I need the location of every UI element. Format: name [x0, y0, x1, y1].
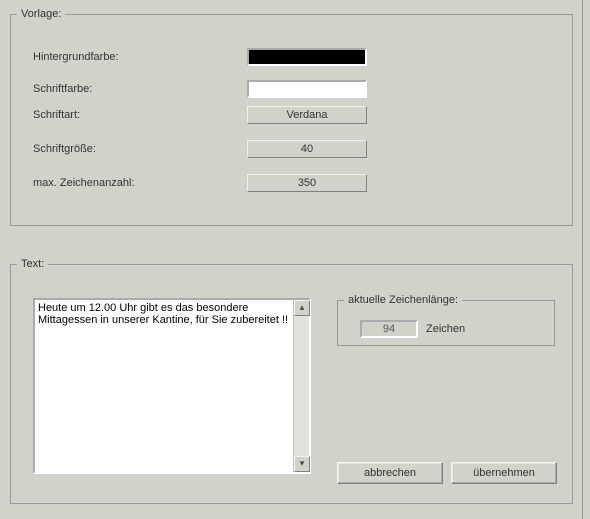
- fgcolor-swatch[interactable]: [247, 80, 367, 98]
- row-bgcolor: Hintergrundfarbe:: [33, 48, 553, 70]
- font-label: Schriftart:: [33, 109, 80, 121]
- bgcolor-label: Hintergrundfarbe:: [33, 51, 119, 63]
- scroll-down-icon[interactable]: ▾: [294, 456, 310, 472]
- text-area-wrap: ▴ ▾: [33, 298, 311, 474]
- scroll-up-icon[interactable]: ▴: [294, 300, 310, 316]
- apply-button[interactable]: übernehmen: [451, 462, 557, 484]
- row-font: Schriftart: Verdana: [33, 106, 553, 128]
- template-group: Vorlage: Hintergrundfarbe: Schriftfarbe:…: [10, 8, 573, 226]
- cancel-button[interactable]: abbrechen: [337, 462, 443, 484]
- charcount-value: 94: [360, 320, 418, 338]
- bgcolor-swatch[interactable]: [247, 48, 367, 66]
- row-size: Schriftgröße: 40: [33, 140, 553, 162]
- size-label: Schriftgröße:: [33, 143, 96, 155]
- fgcolor-label: Schriftfarbe:: [33, 83, 92, 95]
- text-input[interactable]: [35, 300, 295, 472]
- text-group: Text: ▴ ▾ aktuelle Zeichenlänge: 94 Zeic…: [10, 258, 573, 504]
- row-max: max. Zeichenanzahl: 350: [33, 174, 553, 196]
- row-fgcolor: Schriftfarbe:: [33, 80, 553, 102]
- charcount-group: aktuelle Zeichenlänge: 94 Zeichen: [337, 294, 555, 346]
- max-label: max. Zeichenanzahl:: [33, 177, 135, 189]
- max-button[interactable]: 350: [247, 174, 367, 192]
- font-button[interactable]: Verdana: [247, 106, 367, 124]
- charcount-unit: Zeichen: [426, 323, 465, 335]
- text-legend: Text:: [17, 258, 48, 270]
- scrollbar[interactable]: ▴ ▾: [293, 300, 309, 472]
- window-edge: [582, 0, 590, 519]
- size-button[interactable]: 40: [247, 140, 367, 158]
- template-legend: Vorlage:: [17, 8, 65, 20]
- charcount-legend: aktuelle Zeichenlänge:: [344, 294, 462, 306]
